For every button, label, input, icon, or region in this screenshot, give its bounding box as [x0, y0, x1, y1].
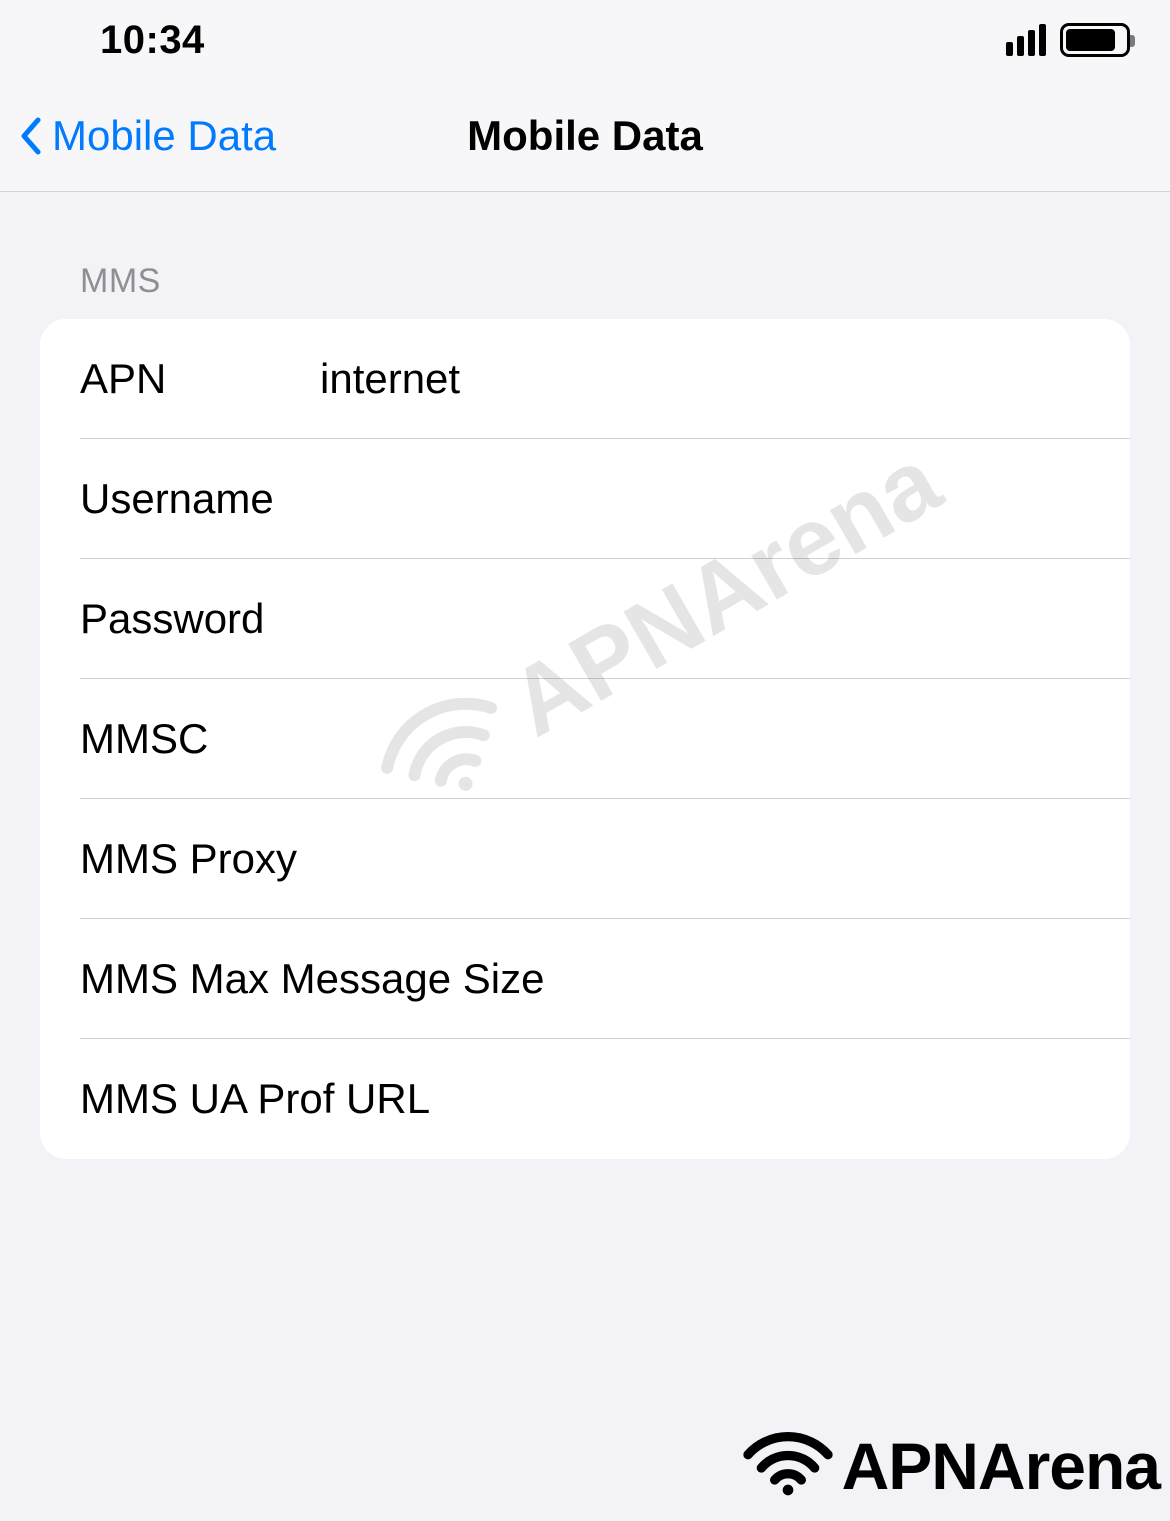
mms-settings-group: APN Username Password MMSC MMS Proxy MMS… — [40, 319, 1130, 1159]
label-mms-ua-prof: MMS UA Prof URL — [80, 1075, 430, 1123]
row-apn[interactable]: APN — [40, 319, 1130, 439]
label-mms-proxy: MMS Proxy — [80, 835, 320, 883]
row-mms-max-size[interactable]: MMS Max Message Size — [40, 919, 1130, 1039]
section-header-mms: MMS — [0, 262, 1170, 319]
status-time: 10:34 — [100, 18, 205, 63]
status-right — [1006, 23, 1130, 57]
content-area: MMS APN Username Password MMSC MMS Proxy… — [0, 192, 1170, 1521]
footer-text: APNArena — [842, 1428, 1160, 1504]
chevron-back-icon — [18, 116, 42, 156]
label-username: Username — [80, 475, 320, 523]
back-button[interactable]: Mobile Data — [0, 112, 276, 160]
input-mmsc[interactable] — [320, 715, 1130, 763]
row-mmsc[interactable]: MMSC — [40, 679, 1130, 799]
row-username[interactable]: Username — [40, 439, 1130, 559]
input-mms-proxy[interactable] — [320, 835, 1130, 883]
input-apn[interactable] — [320, 355, 1130, 403]
battery-icon — [1060, 23, 1130, 57]
page-title: Mobile Data — [467, 112, 703, 160]
footer-logo: APNArena — [738, 1418, 1160, 1513]
back-label: Mobile Data — [52, 112, 276, 160]
label-mmsc: MMSC — [80, 715, 320, 763]
label-mms-max-size: MMS Max Message Size — [80, 955, 544, 1003]
nav-bar: Mobile Data Mobile Data — [0, 80, 1170, 192]
input-mms-ua-prof[interactable] — [430, 1075, 1130, 1123]
status-bar: 10:34 — [0, 0, 1170, 80]
label-apn: APN — [80, 355, 320, 403]
row-mms-proxy[interactable]: MMS Proxy — [40, 799, 1130, 919]
input-password[interactable] — [320, 595, 1130, 643]
label-password: Password — [80, 595, 320, 643]
cellular-signal-icon — [1006, 24, 1046, 56]
input-mms-max-size[interactable] — [544, 955, 1130, 1003]
input-username[interactable] — [320, 475, 1130, 523]
row-mms-ua-prof[interactable]: MMS UA Prof URL — [40, 1039, 1130, 1159]
row-password[interactable]: Password — [40, 559, 1130, 679]
wifi-icon — [738, 1418, 838, 1513]
